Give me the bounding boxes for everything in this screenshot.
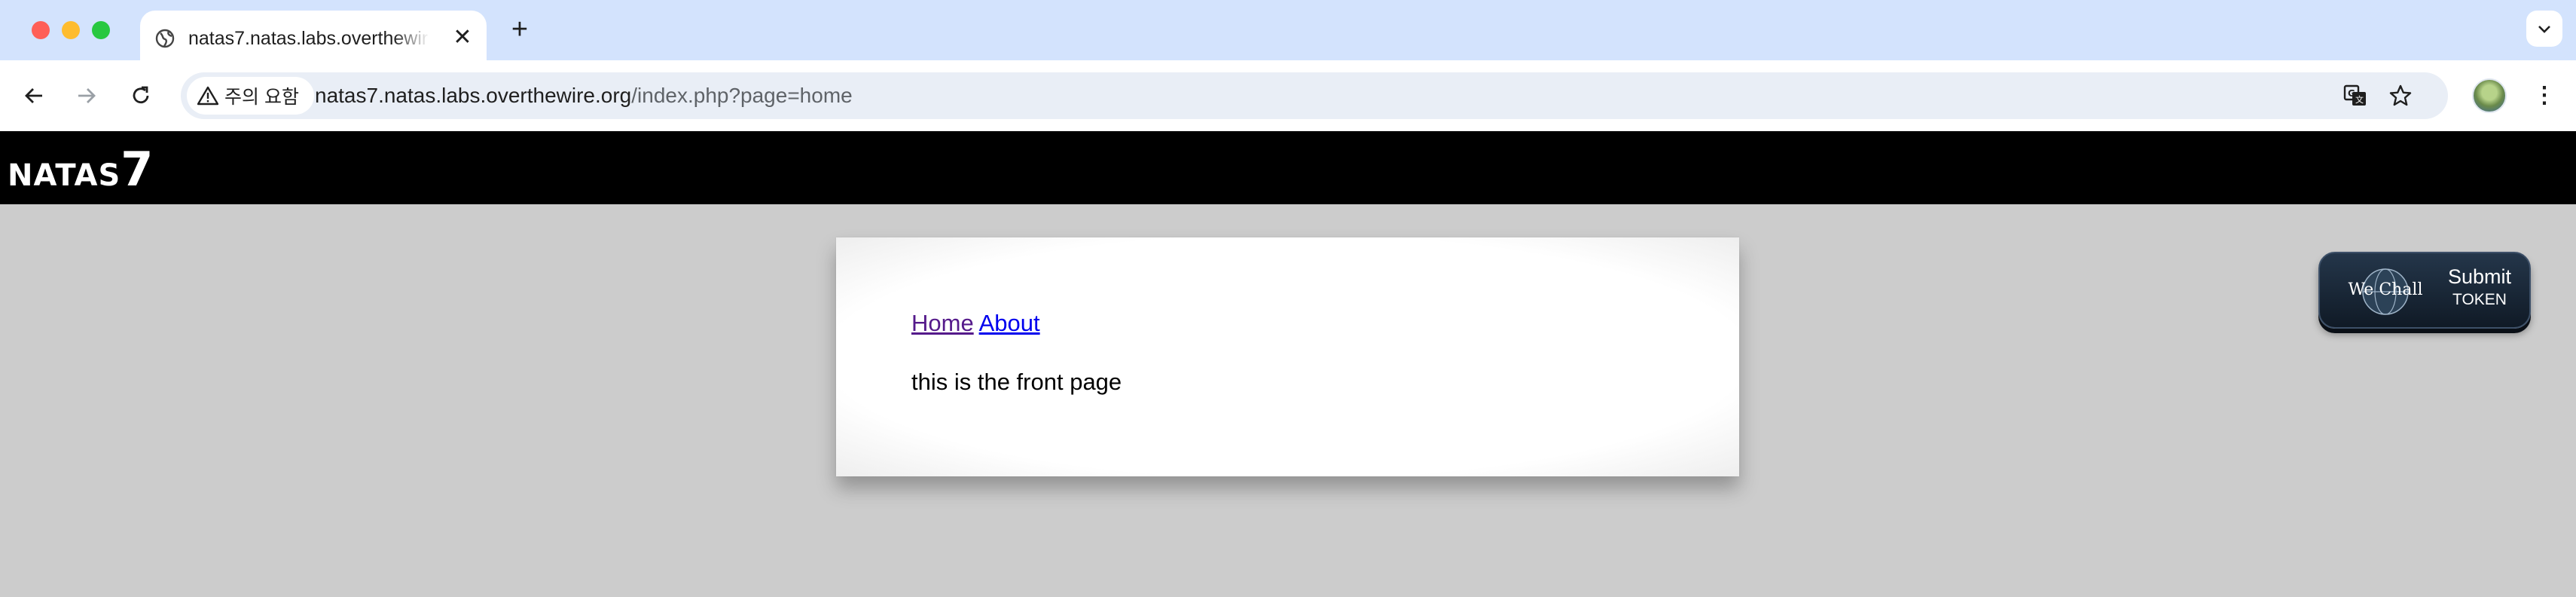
browser-toolbar: 주의 요함 natas7.natas.labs.overthewire.org/… xyxy=(0,60,2576,131)
logo-name: NATAS xyxy=(8,158,121,193)
token-label: TOKEN xyxy=(2452,291,2507,308)
page-viewport: NATAS7 Home About this is the front page… xyxy=(0,131,2576,597)
submit-token-button[interactable]: We Chall Submit TOKEN xyxy=(2318,252,2531,329)
minimize-window-button[interactable] xyxy=(62,21,80,39)
zoom-window-button[interactable] xyxy=(92,21,110,39)
url-host: natas7.natas.labs.overthewire.org xyxy=(315,84,632,107)
translate-icon[interactable]: G 文 xyxy=(2343,83,2368,109)
back-button[interactable] xyxy=(15,77,53,115)
site-header: NATAS7 xyxy=(0,131,2576,204)
svg-text:G: G xyxy=(2348,88,2355,99)
svg-text:文: 文 xyxy=(2355,94,2364,105)
tab-close-icon[interactable]: ✕ xyxy=(449,24,476,51)
wechall-logo-text: We Chall xyxy=(2348,280,2423,299)
security-indicator[interactable]: 주의 요함 xyxy=(187,77,314,115)
nav-links: Home About xyxy=(911,310,1040,337)
submit-label: Submit xyxy=(2447,265,2512,288)
reload-icon xyxy=(133,86,149,104)
reload-button[interactable] xyxy=(122,77,160,115)
security-label: 주의 요함 xyxy=(224,87,299,108)
browser-tab[interactable]: natas7.natas.labs.overthewire.org ✕ xyxy=(140,11,487,60)
globe-icon xyxy=(154,27,176,50)
url-path: /index.php?page=home xyxy=(631,84,853,107)
about-link[interactable]: About xyxy=(979,310,1040,336)
tab-strip: natas7.natas.labs.overthewire.org ✕ + xyxy=(0,0,2576,60)
profile-avatar[interactable] xyxy=(2472,78,2507,113)
wechall-logo: We Chall xyxy=(2341,265,2430,318)
warning-icon xyxy=(197,86,218,106)
forward-icon xyxy=(78,88,96,103)
menu-kebab-icon[interactable]: ⋮ xyxy=(2528,78,2561,113)
page-body-text: this is the front page xyxy=(911,369,1122,395)
back-icon xyxy=(25,88,42,103)
content-card: Home About this is the front page xyxy=(836,237,1739,476)
close-window-button[interactable] xyxy=(32,21,50,39)
new-tab-button[interactable]: + xyxy=(505,15,535,45)
bookmark-star-icon[interactable] xyxy=(2388,83,2413,109)
logo-level: 7 xyxy=(121,142,154,197)
tab-search-dropdown-button[interactable] xyxy=(2526,11,2562,47)
tab-title: natas7.natas.labs.overthewire.org xyxy=(188,28,429,49)
address-bar[interactable]: 주의 요함 natas7.natas.labs.overthewire.org/… xyxy=(181,72,2448,119)
site-logo: NATAS7 xyxy=(8,142,153,197)
url-text[interactable]: natas7.natas.labs.overthewire.org/index.… xyxy=(315,72,853,119)
chevron-down-icon xyxy=(2538,26,2550,33)
home-link[interactable]: Home xyxy=(911,310,974,336)
forward-button[interactable] xyxy=(68,77,105,115)
